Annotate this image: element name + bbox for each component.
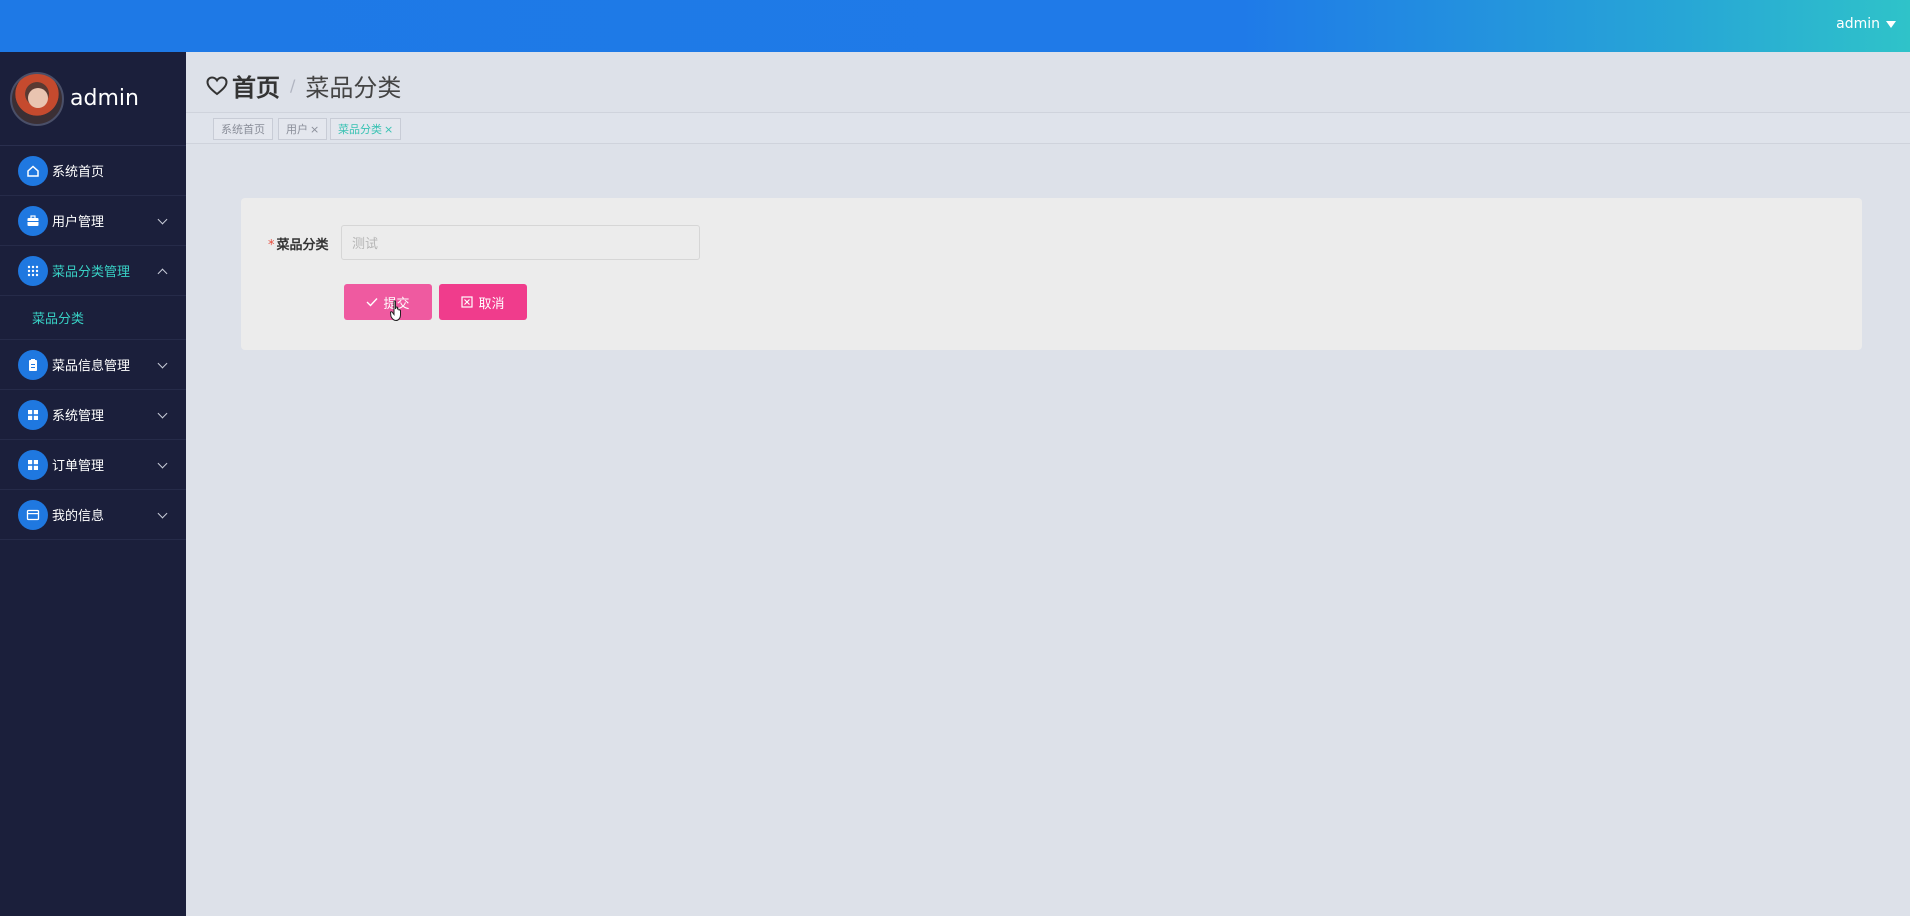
submit-button[interactable]: 提交 xyxy=(344,284,432,320)
tab-label: 菜品分类 xyxy=(338,123,382,136)
category-input[interactable] xyxy=(341,225,700,260)
chevron-down-icon xyxy=(157,408,168,419)
card-icon xyxy=(18,499,48,530)
sidebar-item-label: 用户管理 xyxy=(52,215,105,230)
sidebar-item-dish-category[interactable]: 菜品分类管理 xyxy=(0,246,186,296)
close-icon[interactable]: × xyxy=(310,123,319,136)
chevron-down-icon xyxy=(157,358,168,369)
grid-icon xyxy=(18,255,48,286)
tab-system-home[interactable]: 系统首页 xyxy=(213,118,273,140)
avatar xyxy=(10,71,64,126)
apps-icon xyxy=(18,399,48,430)
apps-icon xyxy=(18,449,48,480)
sidebar-item-dish-info[interactable]: 菜品信息管理 xyxy=(0,340,186,390)
sidebar-item-home[interactable]: 系统首页 xyxy=(0,146,186,196)
chevron-down-icon xyxy=(157,214,168,225)
sidebar-item-label: 菜品信息管理 xyxy=(52,359,131,374)
user-menu[interactable]: admin xyxy=(1836,16,1896,32)
form-label-text: 菜品分类 xyxy=(276,238,329,253)
briefcase-icon xyxy=(18,205,48,236)
sidebar-item-my-info[interactable]: 我的信息 xyxy=(0,490,186,540)
chevron-up-icon xyxy=(157,268,168,279)
top-bar: admin xyxy=(0,0,1910,52)
profile-name: admin xyxy=(70,86,139,111)
tabs-bar: 系统首页 用户 × 菜品分类 × xyxy=(186,112,1910,144)
sidebar-item-orders[interactable]: 订单管理 xyxy=(0,440,186,490)
breadcrumb: 首页 / 菜品分类 xyxy=(206,68,401,103)
sidebar: admin 系统首页 用户管理 菜品分类管理 菜品分类 菜品信息管理 系统管理 xyxy=(0,52,186,916)
heart-icon xyxy=(206,75,228,95)
caret-down-icon[interactable] xyxy=(1886,20,1896,28)
breadcrumb-separator: / xyxy=(290,76,296,95)
page-title: 菜品分类 xyxy=(305,74,402,102)
tab-label: 用户 xyxy=(286,123,308,136)
breadcrumb-home[interactable]: 首页 xyxy=(232,68,280,103)
close-icon[interactable]: × xyxy=(384,123,393,136)
close-box-icon xyxy=(461,296,474,308)
tab-users[interactable]: 用户 × xyxy=(278,118,328,140)
tab-dish-category[interactable]: 菜品分类 × xyxy=(330,118,402,140)
cancel-label: 取消 xyxy=(478,295,505,311)
chevron-down-icon xyxy=(157,458,168,469)
user-name[interactable]: admin xyxy=(1836,16,1880,32)
chevron-down-icon xyxy=(157,508,168,519)
sidebar-item-label: 我的信息 xyxy=(52,509,105,524)
sidebar-item-users[interactable]: 用户管理 xyxy=(0,196,186,246)
sidebar-profile: admin xyxy=(0,52,186,146)
sidebar-item-system[interactable]: 系统管理 xyxy=(0,390,186,440)
required-mark: * xyxy=(268,238,275,253)
sidebar-item-label: 菜品分类管理 xyxy=(52,265,131,280)
submenu-item-dish-category[interactable]: 菜品分类 xyxy=(0,296,186,340)
form-card: *菜品分类 提交 取消 xyxy=(241,198,1862,350)
tab-label: 系统首页 xyxy=(221,123,265,136)
home-icon xyxy=(18,155,48,186)
sidebar-item-label: 系统首页 xyxy=(52,165,105,180)
sidebar-item-label: 系统管理 xyxy=(52,409,105,424)
sidebar-item-label: 订单管理 xyxy=(52,459,105,474)
check-icon xyxy=(366,298,378,307)
clipboard-icon xyxy=(18,349,48,380)
hand-cursor-icon xyxy=(390,300,401,322)
form-label: * 菜品分类 xyxy=(268,234,329,253)
cancel-button[interactable]: 取消 xyxy=(439,284,527,320)
